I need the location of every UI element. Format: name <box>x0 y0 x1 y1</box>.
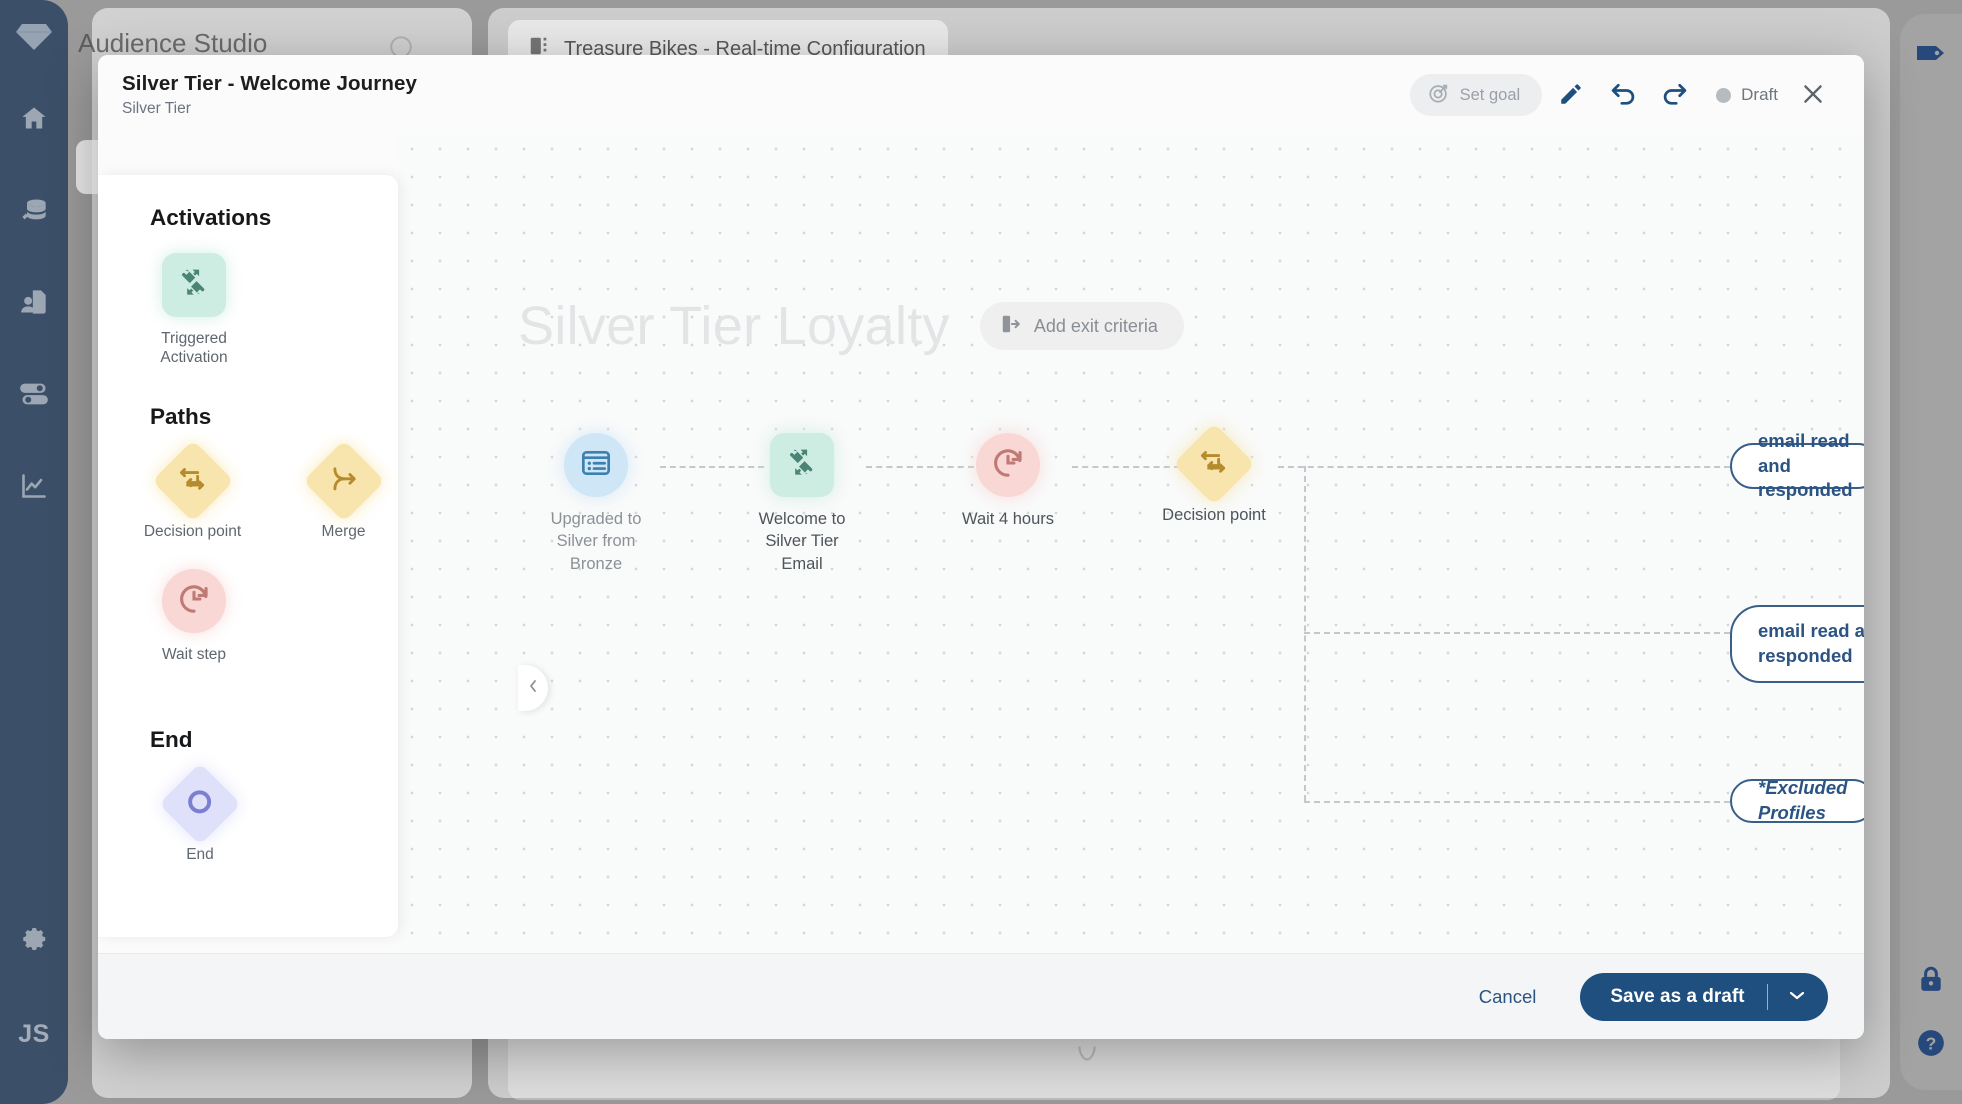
decision-split-icon <box>1199 447 1229 482</box>
status-label: Draft <box>1741 85 1778 104</box>
flow-node-wait-4-hours[interactable]: Wait 4 hours <box>938 433 1078 530</box>
flow-node-welcome-email[interactable]: Welcome to Silver Tier Email <box>732 433 872 575</box>
branch-label-email-read-responded[interactable]: email read and responded <box>1730 430 1864 500</box>
palette-item-shape <box>151 439 234 522</box>
canvas-title: Silver Tier Loyalty <box>518 296 950 356</box>
modal-header-actions: Set goal Draft <box>1409 72 1836 118</box>
palette-row-activations: Triggered Activation <box>98 253 398 368</box>
palette-item-shape <box>302 439 385 522</box>
palette-item-label: Triggered Activation <box>160 330 228 367</box>
set-goal-button[interactable]: Set goal <box>1409 74 1543 116</box>
svg-text:?: ? <box>1926 1033 1937 1053</box>
modal-footer: Cancel Save as a draft <box>98 953 1864 1039</box>
palette-section-title-paths: Paths <box>150 403 212 429</box>
branch-label-email-read-not-responded[interactable]: email read and not responded <box>1730 605 1864 683</box>
add-exit-criteria-label: Add exit criteria <box>1033 315 1158 336</box>
modal-title: Silver Tier - Welcome Journey <box>122 72 417 95</box>
cancel-button[interactable]: Cancel <box>1465 976 1551 1018</box>
palette-row-paths-1: Decision point Merge <box>98 439 398 541</box>
tag-icon[interactable] <box>1914 36 1948 70</box>
segment-list-icon <box>580 447 612 484</box>
journey-editor-modal: Silver Tier - Welcome Journey Silver Tie… <box>98 55 1864 1039</box>
lock-icon[interactable] <box>1914 962 1948 996</box>
chart-icon[interactable] <box>17 469 51 503</box>
node-shape <box>770 433 834 497</box>
modal-title-block: Silver Tier - Welcome Journey Silver Tie… <box>122 72 417 118</box>
target-icon <box>1428 82 1450 109</box>
decision-split-icon <box>178 463 208 498</box>
palette-item-label: Decision point <box>143 522 242 540</box>
node-shape <box>1172 422 1256 506</box>
palette-row-paths-2: Wait step <box>98 569 398 664</box>
flow-node-label: Decision point <box>1162 506 1266 524</box>
status-dot-icon <box>1716 87 1732 103</box>
diamond-logo-icon[interactable] <box>14 22 54 57</box>
set-goal-label: Set goal <box>1459 85 1521 104</box>
add-exit-criteria-button[interactable]: Add exit criteria <box>979 302 1184 350</box>
clock-icon <box>177 582 211 621</box>
connector-n4-b1 <box>1278 466 1730 468</box>
palette-item-wait-step[interactable]: Wait step <box>138 569 250 664</box>
close-icon <box>1800 81 1826 110</box>
profile-document-icon[interactable] <box>17 285 51 319</box>
flow-node-label: Upgraded to Silver from Bronze <box>550 510 642 573</box>
node-shape <box>976 433 1040 497</box>
toggles-icon[interactable] <box>17 377 51 411</box>
save-as-draft-label: Save as a draft <box>1610 985 1745 1007</box>
palette-item-shape <box>162 569 226 634</box>
edit-button[interactable] <box>1548 72 1594 118</box>
background-chevron-icon <box>1073 1040 1101 1071</box>
home-icon[interactable] <box>17 101 51 135</box>
flow-node-label: Welcome to Silver Tier Email <box>758 510 846 573</box>
canvas-title-row: Silver Tier Loyalty Add exit criteria <box>518 295 1184 357</box>
branch-label-excluded-profiles[interactable]: *Excluded Profiles <box>1730 777 1864 823</box>
chevron-left-icon <box>526 678 540 699</box>
database-icon[interactable] <box>17 193 51 227</box>
merge-arrow-icon <box>329 463 359 498</box>
connector-trunk-b2 <box>1304 632 1730 634</box>
save-options-dropdown[interactable] <box>1768 988 1828 1006</box>
node-shape <box>564 433 628 497</box>
plug-connection-icon <box>177 266 211 305</box>
chevron-down-icon <box>1788 988 1806 1006</box>
avatar[interactable]: JS <box>18 1020 50 1049</box>
palette-item-decision-point[interactable]: Decision point <box>138 439 247 541</box>
modal-header: Silver Tier - Welcome Journey Silver Tie… <box>98 55 1864 135</box>
help-icon[interactable]: ? <box>1914 1026 1948 1060</box>
flow-node-upgraded-to-silver[interactable]: Upgraded to Silver from Bronze <box>526 433 666 575</box>
flow-node-decision-point[interactable]: Decision point <box>1144 422 1284 526</box>
palette-item-label: End <box>186 845 214 863</box>
palette-item-label: Merge <box>321 522 366 540</box>
exit-door-icon <box>1000 313 1022 340</box>
palette-item-end[interactable]: End <box>144 762 256 864</box>
end-ring-icon <box>185 786 215 821</box>
palette-item-shape <box>158 762 242 845</box>
step-palette: Activations Triggered Activation Paths D… <box>98 175 398 937</box>
pencil-icon <box>1558 81 1584 110</box>
modal-body: Silver Tier Loyalty Add exit criteria Up… <box>98 135 1864 953</box>
status-badge: Draft <box>1704 85 1784 105</box>
palette-item-label: Wait step <box>161 646 227 664</box>
palette-item-merge[interactable]: Merge <box>289 439 398 541</box>
redo-icon <box>1661 80 1689 111</box>
background-right-rail: ? <box>1900 14 1962 1090</box>
redo-button[interactable] <box>1652 72 1698 118</box>
clock-icon <box>991 446 1025 485</box>
palette-section-title-end: End <box>150 726 193 752</box>
save-as-draft-button[interactable]: Save as a draft <box>1580 972 1828 1021</box>
palette-row-end: End <box>98 762 398 864</box>
gear-icon[interactable] <box>17 926 51 960</box>
journey-canvas[interactable]: Silver Tier Loyalty Add exit criteria Up… <box>398 135 1864 953</box>
modal-subtitle: Silver Tier <box>122 100 191 117</box>
palette-item-triggered-activation[interactable]: Triggered Activation <box>138 253 250 368</box>
palette-item-shape <box>162 253 226 317</box>
undo-button[interactable] <box>1600 72 1646 118</box>
palette-section-title-activations: Activations <box>150 205 272 230</box>
plug-connection-icon <box>785 446 819 485</box>
app-sidebar: JS <box>0 0 68 1104</box>
close-button[interactable] <box>1790 72 1836 118</box>
flow-node-label: Wait 4 hours <box>961 510 1054 528</box>
undo-icon <box>1609 80 1637 111</box>
connector-trunk-b3 <box>1304 801 1730 803</box>
